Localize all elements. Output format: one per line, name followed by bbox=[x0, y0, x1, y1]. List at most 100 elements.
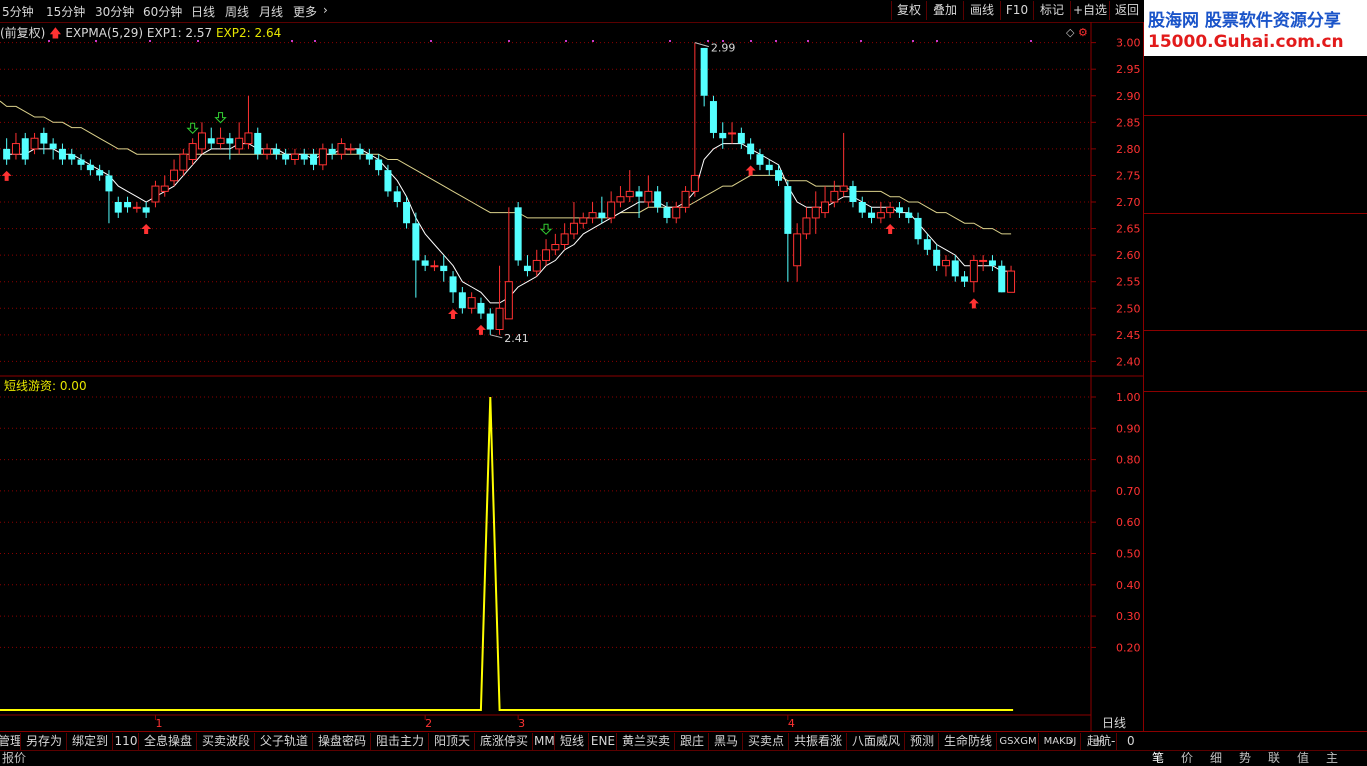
period-15min[interactable]: 15分钟 bbox=[46, 3, 85, 20]
sub-indicator-title[interactable]: 短线游资: 0.00 bbox=[4, 377, 87, 394]
period-more[interactable]: 更多 bbox=[293, 3, 317, 20]
candle-body-down bbox=[709, 101, 717, 133]
sub-tick-label: 1.00 bbox=[1116, 391, 1141, 404]
period-monthly[interactable]: 月线 bbox=[259, 3, 283, 20]
indicator-tab[interactable]: 短线 bbox=[556, 733, 589, 750]
candle-body-up bbox=[216, 137, 225, 145]
stat-row bbox=[1143, 310, 1367, 328]
signal-dot bbox=[508, 40, 510, 42]
tick-row bbox=[1143, 537, 1367, 555]
signal-dot bbox=[430, 40, 432, 42]
indicator-tab[interactable]: 黄兰买卖 bbox=[618, 733, 675, 750]
status-tab[interactable]: 联 bbox=[1268, 751, 1280, 766]
tick-row bbox=[1143, 429, 1367, 447]
candle-body-down bbox=[449, 276, 457, 293]
indicator-tab[interactable]: 共振看涨 bbox=[790, 733, 847, 750]
candle-body-down bbox=[328, 148, 336, 155]
status-tab[interactable]: 细 bbox=[1210, 751, 1222, 766]
status-tab[interactable]: 主 bbox=[1326, 751, 1338, 766]
sell-level-row bbox=[1143, 76, 1367, 94]
indicator-tab[interactable]: 买卖波段 bbox=[198, 733, 255, 750]
diamond-icon: ◇ bbox=[1066, 26, 1075, 39]
zoom-in-button[interactable]: + bbox=[1093, 733, 1103, 750]
indicator-tab[interactable]: 另存为 bbox=[22, 733, 67, 750]
sub-tick-label: 0.50 bbox=[1116, 548, 1141, 561]
indicator-tab[interactable]: 管理 bbox=[0, 733, 21, 750]
status-tab[interactable]: 值 bbox=[1297, 751, 1309, 766]
indicator-tab[interactable]: 底涨停买 bbox=[476, 733, 533, 750]
candle-body-down bbox=[961, 276, 969, 282]
fund-row bbox=[1143, 370, 1367, 388]
price-tick-label: 2.75 bbox=[1116, 169, 1141, 182]
reset-zoom-button[interactable]: 0 bbox=[1127, 733, 1135, 750]
sell-arrow-icon bbox=[186, 122, 199, 134]
indicator-tab[interactable]: 八面威风 bbox=[848, 733, 905, 750]
candle-body-down bbox=[21, 138, 29, 160]
chevron-right-icon[interactable]: › bbox=[323, 3, 328, 17]
restore-rights-button[interactable]: 复权 bbox=[891, 1, 926, 20]
indicator-tab[interactable]: 跟庄 bbox=[676, 733, 709, 750]
status-tab[interactable]: 势 bbox=[1239, 751, 1251, 766]
quote-divider bbox=[1143, 213, 1367, 214]
candle-body-down bbox=[412, 223, 420, 261]
add-watchlist-button[interactable]: +自选 bbox=[1070, 1, 1109, 20]
overlay-button[interactable]: 叠加 bbox=[926, 1, 963, 20]
period-daily[interactable]: 日线 bbox=[191, 3, 215, 20]
f10-button[interactable]: F10 bbox=[1000, 1, 1033, 20]
indicator-tab[interactable]: GSXGM bbox=[998, 733, 1039, 750]
indicator-tab[interactable]: MM bbox=[534, 733, 555, 750]
status-tab[interactable]: 价 bbox=[1181, 751, 1193, 766]
candle-body-up bbox=[318, 148, 327, 166]
candle-body-up bbox=[886, 206, 895, 214]
tick-row bbox=[1143, 591, 1367, 609]
buy-level-row bbox=[1143, 155, 1367, 173]
indicator-tab[interactable]: 操盘密码 bbox=[314, 733, 371, 750]
candle-body-down bbox=[775, 170, 783, 181]
candle-body-down bbox=[272, 148, 280, 155]
candle-body-down bbox=[49, 143, 57, 149]
kline-chart[interactable]: 3.00 2.95 2.90 2.85 2.80 2.75 2.70 2.65 2.60 2.55… bbox=[0, 22, 1143, 731]
indicator-tab[interactable]: 黑马 bbox=[710, 733, 743, 750]
candle-body-down bbox=[756, 154, 764, 165]
signal-dot bbox=[592, 40, 594, 42]
indicator-tab[interactable]: MAKDJ bbox=[1040, 733, 1081, 750]
back-button[interactable]: 返回 bbox=[1109, 1, 1144, 20]
indicator-tab[interactable]: 110 bbox=[114, 733, 139, 750]
indicator-tab[interactable]: 阳顶天 bbox=[430, 733, 475, 750]
period-weekly[interactable]: 周线 bbox=[225, 3, 249, 20]
indicator-tab[interactable]: 全息操盘 bbox=[140, 733, 197, 750]
indicator-tab[interactable]: 生命防线 bbox=[940, 733, 997, 750]
indicator-tab[interactable]: 父子轨道 bbox=[256, 733, 313, 750]
signal-dot bbox=[936, 40, 938, 42]
candle-body-down bbox=[998, 265, 1006, 293]
candle-body-down bbox=[77, 159, 85, 165]
candle-body-up bbox=[579, 217, 588, 224]
candle-body-down bbox=[514, 207, 522, 261]
buy-level-row bbox=[1143, 136, 1367, 154]
zoom-out-button[interactable]: - bbox=[1111, 733, 1115, 750]
indicator-tab[interactable]: 预测 bbox=[906, 733, 939, 750]
indicator-tab[interactable]: ENE bbox=[590, 733, 617, 750]
indicator-tab[interactable]: 买卖点 bbox=[744, 733, 789, 750]
candle-body-down bbox=[951, 260, 959, 277]
signal-dot bbox=[860, 40, 862, 42]
indicator-tab[interactable]: 绑定到 bbox=[68, 733, 113, 750]
candle-body-up bbox=[811, 206, 820, 219]
indicator-name[interactable]: EXPMA(5,29) bbox=[65, 26, 143, 40]
status-tab[interactable]: 笔 bbox=[1152, 751, 1164, 766]
candle-body-down bbox=[58, 148, 66, 160]
candle-body-up bbox=[11, 143, 20, 155]
candle-body-up bbox=[160, 185, 169, 192]
period-5min[interactable]: 5分钟 bbox=[2, 3, 34, 20]
candle-body-up bbox=[188, 143, 197, 160]
candle-body-down bbox=[765, 164, 773, 171]
period-30min[interactable]: 30分钟 bbox=[95, 3, 134, 20]
candle-body-down bbox=[663, 207, 671, 218]
chevron-right-icon[interactable]: › bbox=[1068, 733, 1073, 750]
indicator-tab[interactable]: 阻击主力 bbox=[372, 733, 429, 750]
price-tick-label: 2.65 bbox=[1116, 223, 1141, 236]
draw-line-button[interactable]: 画线 bbox=[963, 1, 1000, 20]
period-60min[interactable]: 60分钟 bbox=[143, 3, 182, 20]
sub-tick-label: 0.30 bbox=[1116, 610, 1141, 623]
mark-button[interactable]: 标记 bbox=[1033, 1, 1070, 20]
